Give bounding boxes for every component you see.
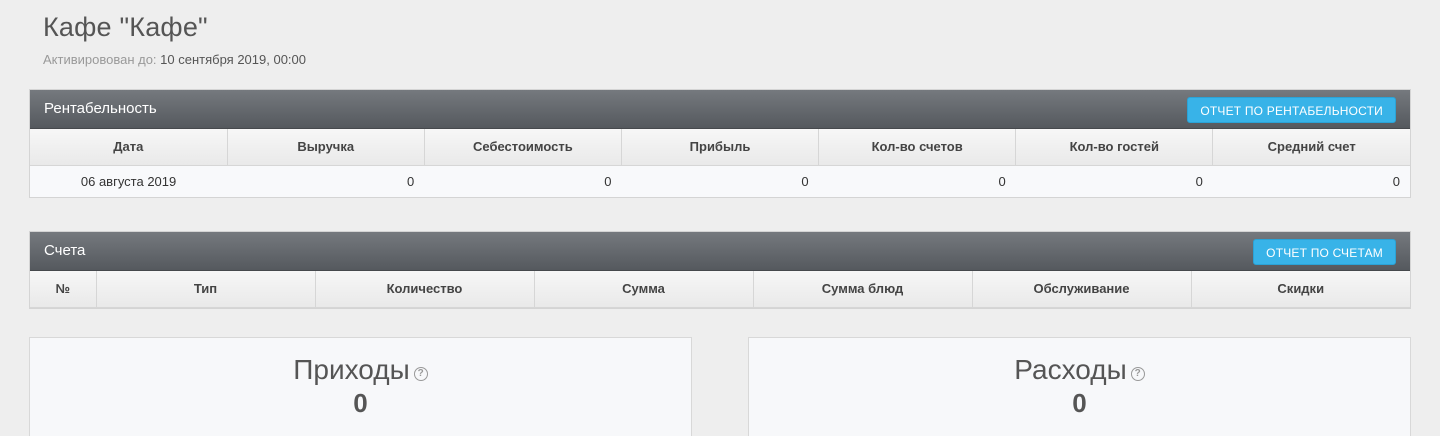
expenses-card: Расходы? 0 — [748, 337, 1411, 436]
bills-title: Счета — [44, 242, 86, 259]
expenses-title-row: Расходы? — [749, 354, 1410, 386]
table-header-row: Дата Выручка Себестоимость Прибыль Кол-в… — [30, 129, 1410, 166]
cell-average-bill: 0 — [1212, 165, 1410, 197]
column-header-service[interactable]: Обслуживание — [972, 271, 1192, 308]
activation-info: Активировован до: 10 сентября 2019, 00:0… — [43, 52, 306, 67]
cell-profit: 0 — [621, 165, 819, 197]
cell-cost: 0 — [424, 165, 622, 197]
column-header-average-bill[interactable]: Средний счет — [1212, 129, 1410, 166]
income-title-row: Приходы? — [30, 354, 691, 386]
bills-report-button[interactable]: ОТЧЕТ ПО СЧЕТАМ — [1253, 239, 1396, 265]
column-header-date[interactable]: Дата — [30, 129, 228, 166]
profitability-report-button[interactable]: ОТЧЕТ ПО РЕНТАБЕЛЬНОСТИ — [1187, 97, 1396, 123]
profitability-table: Дата Выручка Себестоимость Прибыль Кол-в… — [30, 129, 1410, 197]
column-header-revenue[interactable]: Выручка — [227, 129, 425, 166]
table-header-row: № Тип Количество Сумма Сумма блюд Обслуж… — [30, 271, 1410, 308]
column-header-bills-count[interactable]: Кол-во счетов — [818, 129, 1017, 166]
cell-revenue: 0 — [227, 165, 425, 197]
cell-guests-count: 0 — [1015, 165, 1213, 197]
column-header-cost[interactable]: Себестоимость — [424, 129, 622, 166]
column-header-type[interactable]: Тип — [96, 271, 316, 308]
page-title: Кафе "Кафе" — [43, 12, 208, 42]
table-row: 06 августа 2019 0 0 0 0 0 0 — [30, 165, 1410, 197]
bills-panel: Счета ОТЧЕТ ПО СЧЕТАМ № Тип Количество С… — [29, 231, 1411, 309]
column-header-sum[interactable]: Сумма — [534, 271, 754, 308]
help-icon[interactable]: ? — [1130, 367, 1145, 381]
column-header-dishes-sum[interactable]: Сумма блюд — [753, 271, 973, 308]
help-icon[interactable]: ? — [413, 367, 428, 381]
activation-date: 10 сентября 2019, 00:00 — [160, 52, 307, 67]
column-header-discounts[interactable]: Скидки — [1191, 271, 1410, 308]
profitability-title: Рентабельность — [44, 100, 157, 117]
expenses-value: 0 — [1072, 388, 1087, 418]
column-header-guests-count[interactable]: Кол-во гостей — [1015, 129, 1214, 166]
income-card: Приходы? 0 — [29, 337, 692, 436]
income-value: 0 — [353, 388, 368, 418]
profitability-header: Рентабельность ОТЧЕТ ПО РЕНТАБЕЛЬНОСТИ — [30, 90, 1410, 129]
cell-bills-count: 0 — [818, 165, 1016, 197]
expenses-title: Расходы — [1014, 354, 1127, 385]
cell-date: 06 августа 2019 — [30, 165, 228, 197]
column-header-quantity[interactable]: Количество — [315, 271, 535, 308]
column-header-profit[interactable]: Прибыль — [621, 129, 820, 166]
column-header-number[interactable]: № — [30, 271, 97, 308]
income-title: Приходы — [293, 354, 410, 385]
profitability-panel: Рентабельность ОТЧЕТ ПО РЕНТАБЕЛЬНОСТИ Д… — [29, 89, 1411, 198]
bills-table: № Тип Количество Сумма Сумма блюд Обслуж… — [30, 271, 1410, 308]
bills-header: Счета ОТЧЕТ ПО СЧЕТАМ — [30, 232, 1410, 271]
activation-label: Активировован до: — [43, 52, 157, 67]
